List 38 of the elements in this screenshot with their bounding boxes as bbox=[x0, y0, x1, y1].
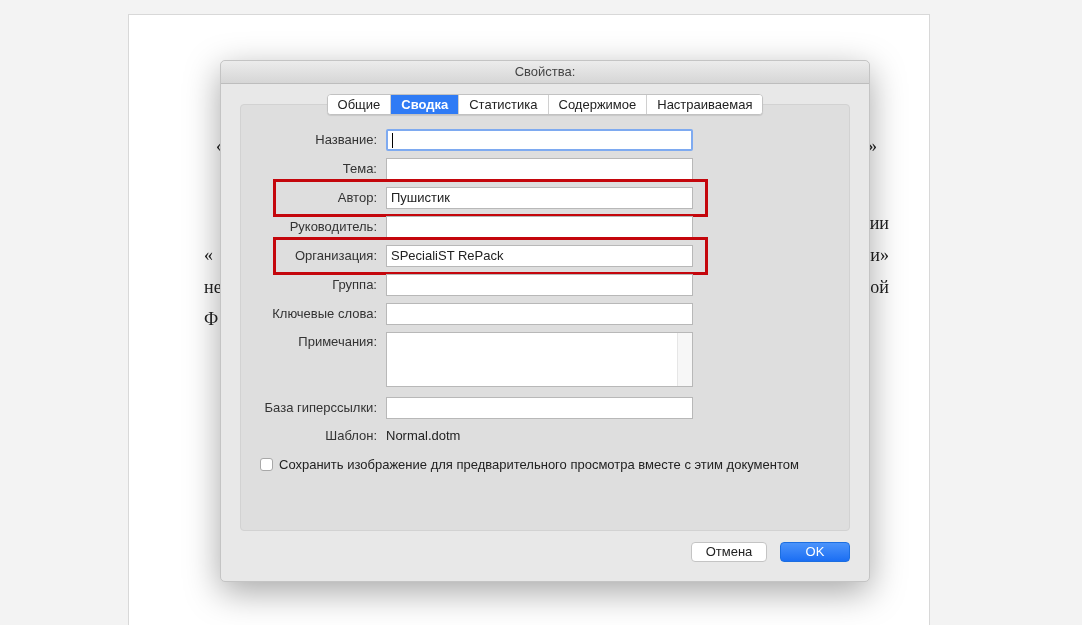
cancel-button[interactable]: Отмена bbox=[691, 542, 767, 562]
tab[interactable]: Настраиваемая bbox=[646, 95, 763, 114]
field-value: Пушистик bbox=[391, 189, 450, 208]
tab[interactable]: Общие bbox=[327, 95, 391, 114]
text-field[interactable] bbox=[386, 274, 693, 296]
ok-button[interactable]: OK bbox=[780, 542, 850, 562]
tab[interactable]: Содержимое bbox=[547, 95, 647, 114]
tab[interactable]: Статистика bbox=[458, 95, 548, 114]
field-label: Примечания: bbox=[298, 333, 377, 351]
text-caret bbox=[392, 132, 393, 148]
field-label: Шаблон: bbox=[325, 427, 377, 445]
document-text: Ф bbox=[204, 308, 219, 331]
field-value: SPecialiST RePack bbox=[391, 247, 504, 266]
scrollbar-track bbox=[677, 333, 692, 386]
tab[interactable]: Сводка bbox=[390, 95, 459, 114]
field-label: Руководитель: bbox=[289, 218, 377, 237]
window-title: Свойства: bbox=[514, 63, 576, 82]
document-text: и» bbox=[870, 244, 889, 267]
document-text: ой bbox=[870, 276, 889, 299]
field-label: Ключевые слова: bbox=[272, 305, 377, 324]
text-field[interactable] bbox=[386, 129, 693, 151]
text-field[interactable]: SPecialiST RePack bbox=[386, 245, 693, 267]
text-field[interactable] bbox=[386, 303, 693, 325]
field-label: Организация: bbox=[294, 247, 377, 266]
notes-field[interactable] bbox=[386, 332, 693, 387]
text-field[interactable]: Пушистик bbox=[386, 187, 693, 209]
text-field[interactable] bbox=[386, 158, 693, 180]
document-text: « bbox=[204, 244, 213, 267]
template-name: Normal.dotm bbox=[386, 427, 462, 445]
text-field[interactable] bbox=[386, 397, 693, 419]
field-label: Тема: bbox=[342, 160, 377, 179]
checkbox-label: Сохранить изображение для предварительного просмотра вместе с этим документом bbox=[279, 455, 799, 474]
field-label: База гиперссылки: bbox=[264, 399, 377, 418]
field-label: Группа: bbox=[332, 276, 377, 295]
field-label: Автор: bbox=[337, 189, 377, 208]
field-label: Название: bbox=[315, 131, 377, 150]
text-field[interactable] bbox=[386, 216, 693, 238]
document-text: ии bbox=[869, 212, 889, 235]
